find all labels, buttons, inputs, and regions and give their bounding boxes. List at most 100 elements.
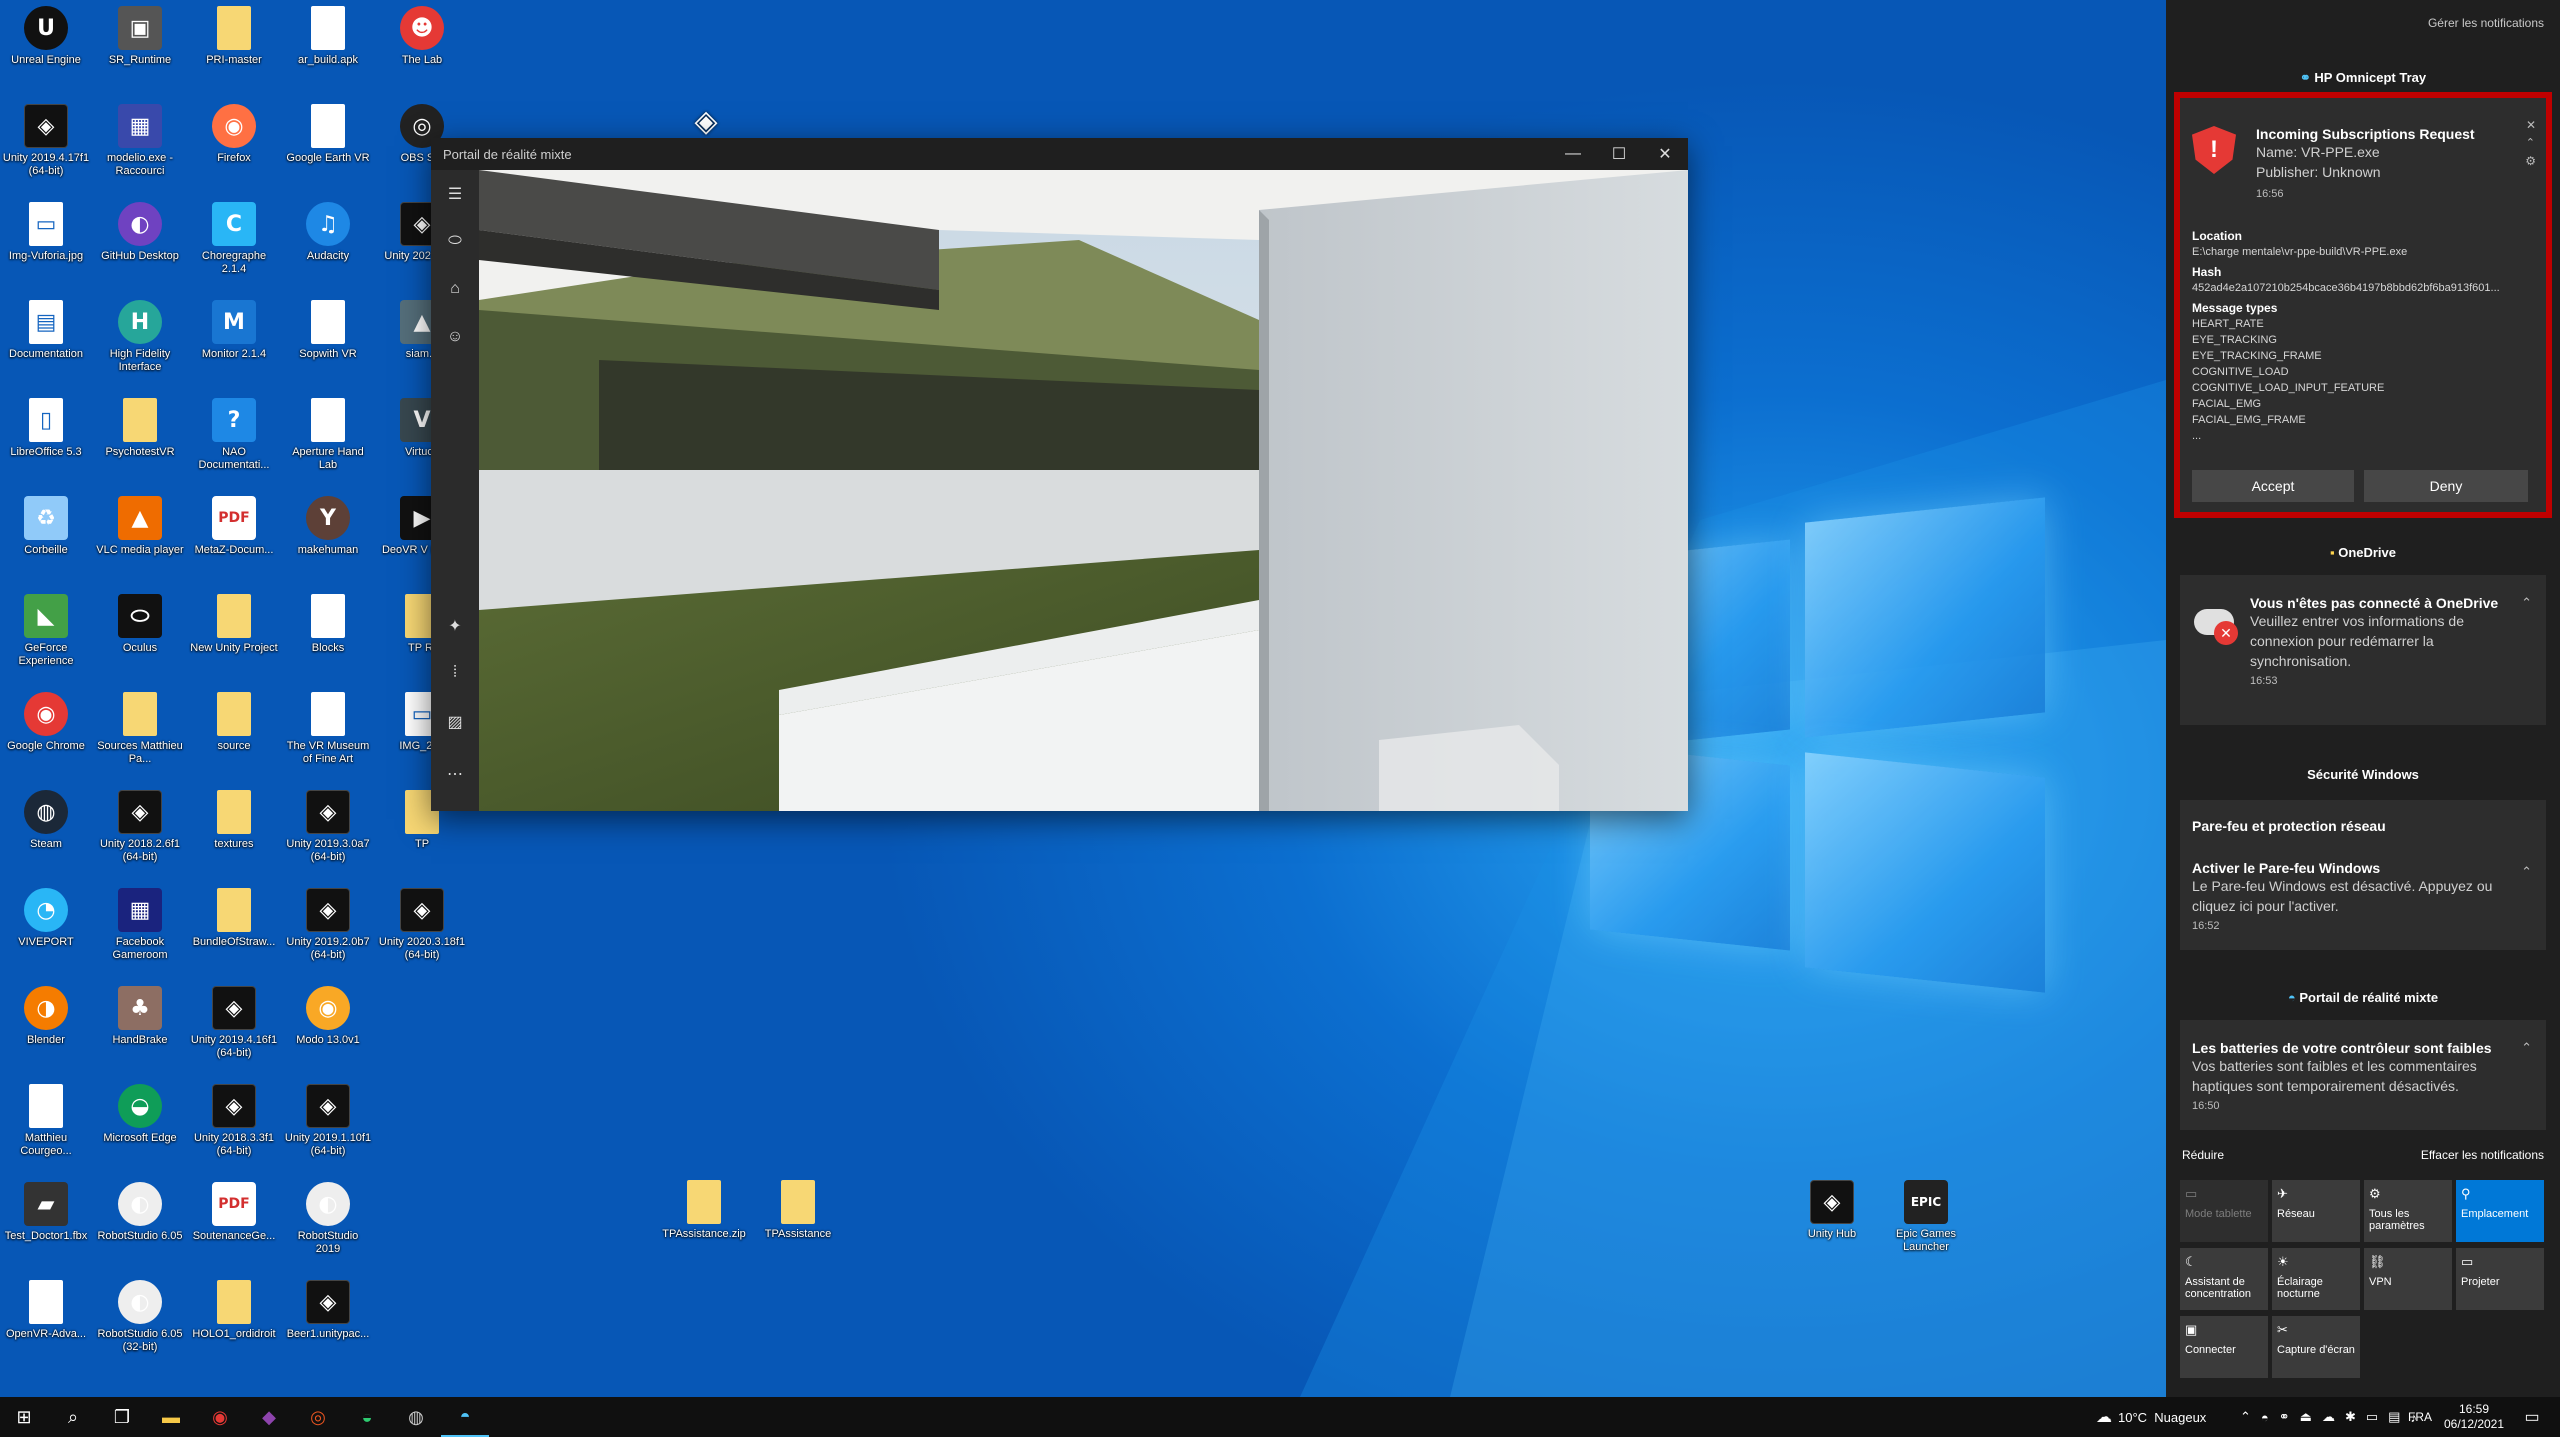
quick-action-project[interactable]: ▭ Projeter xyxy=(2456,1248,2544,1310)
desktop-icon[interactable]: ▲ VLC media player xyxy=(96,496,184,557)
desktop-icon[interactable]: The VR Museum of Fine Art xyxy=(284,692,372,766)
desktop-icon[interactable]: OpenVR-Adva... xyxy=(2,1280,90,1341)
desktop-icon[interactable]: Matthieu Courgeo... xyxy=(2,1084,90,1158)
desktop-icon[interactable]: C Choregraphe 2.1.4 xyxy=(190,202,278,276)
visual-studio-icon[interactable]: ◆ xyxy=(245,1397,293,1437)
headset-icon[interactable]: ⬭ xyxy=(443,232,467,250)
desktop-icon[interactable]: ◐ GitHub Desktop xyxy=(96,202,184,263)
desktop-icon[interactable]: PsychotestVR xyxy=(96,398,184,459)
notifications-icon[interactable]: ▭ xyxy=(2512,1397,2552,1437)
chrome-icon[interactable]: ◉ xyxy=(196,1397,244,1437)
onedrive-chevron-icon[interactable]: ⌃ xyxy=(2521,595,2532,611)
desktop-icon[interactable]: ◍ Steam xyxy=(2,790,90,851)
battery-chevron-icon[interactable]: ⌃ xyxy=(2521,1040,2532,1056)
quick-action-vpn[interactable]: ⛓ VPN xyxy=(2364,1248,2452,1310)
desktop-icon[interactable]: ◑ Blender xyxy=(2,986,90,1047)
desktop-icon[interactable]: ▤ Documentation xyxy=(2,300,90,361)
collapse-link[interactable]: Réduire xyxy=(2182,1148,2224,1162)
desktop-icon[interactable]: ▦ Facebook Gameroom xyxy=(96,888,184,962)
bluetooth-icon[interactable]: ✱ xyxy=(2345,1409,2356,1425)
network-tray-icon[interactable]: ▤ xyxy=(2388,1409,2400,1425)
desktop-icon[interactable]: ▣ SR_Runtime xyxy=(96,6,184,67)
desktop-icon[interactable]: ◉ Google Chrome xyxy=(2,692,90,753)
hp-subscription-request-notification[interactable]: ! Incoming Subscriptions Request Name: V… xyxy=(2174,92,2552,518)
desktop-icon[interactable]: EPIC Epic Games Launcher xyxy=(1882,1180,1970,1254)
desktop-icon[interactable]: source xyxy=(190,692,278,753)
desktop-icon[interactable]: ◔ VIVEPORT xyxy=(2,888,90,949)
desktop-icon[interactable]: Aperture Hand Lab xyxy=(284,398,372,472)
settings-gear-icon[interactable]: ⚙ xyxy=(2525,154,2536,168)
desktop-icon[interactable]: PDF MetaZ-Docum... xyxy=(190,496,278,557)
desktop-icon[interactable]: ◈ Unity 2018.2.6f1 (64-bit) xyxy=(96,790,184,864)
maximize-button[interactable]: ☐ xyxy=(1596,138,1642,170)
language-indicator[interactable]: FRA xyxy=(2408,1397,2432,1437)
window-title-bar[interactable]: Portail de réalité mixte xyxy=(431,138,1688,170)
desktop-icon[interactable]: ▦ modelio.exe - Raccourci xyxy=(96,104,184,178)
firewall-chevron-icon[interactable]: ⌃ xyxy=(2521,864,2532,880)
image-icon[interactable]: ▨ xyxy=(443,712,467,732)
hamburger-menu-icon[interactable]: ☰ xyxy=(443,184,467,204)
desktop-icon[interactable]: ◐ RobotStudio 6.05 xyxy=(96,1182,184,1243)
controller-battery-notification[interactable]: Les batteries de votre contrôleur sont f… xyxy=(2180,1020,2546,1130)
desktop-icon[interactable]: TPAssistance xyxy=(754,1180,842,1241)
people-icon[interactable]: ☺ xyxy=(443,328,467,346)
quick-action-night-light[interactable]: ☀ Éclairage nocturne xyxy=(2272,1248,2360,1310)
mr-3d-viewport[interactable] xyxy=(479,170,1688,811)
desktop-icon[interactable]: BundleOfStraw... xyxy=(190,888,278,949)
desktop-icon[interactable]: ◐ RobotStudio 2019 xyxy=(284,1182,372,1256)
desktop-icon[interactable]: Sopwith VR xyxy=(284,300,372,361)
show-hidden-icons-icon[interactable]: ⌃ xyxy=(2240,1409,2251,1425)
manage-notifications-link[interactable]: Gérer les notifications xyxy=(2428,16,2544,30)
clock[interactable]: 16:59 06/12/2021 xyxy=(2440,1397,2508,1437)
onedrive-tray-icon[interactable]: ☁ xyxy=(2322,1409,2335,1425)
close-button[interactable]: ✕ xyxy=(1642,138,1688,170)
mixed-reality-tray-icon[interactable]: ◓ xyxy=(2261,1410,2269,1425)
dismiss-close-icon[interactable]: ✕ xyxy=(2526,118,2536,132)
desktop-icon[interactable]: PRI-master xyxy=(190,6,278,67)
desktop-icon[interactable]: ◉ Firefox xyxy=(190,104,278,165)
quick-action-location[interactable]: ⚲ Emplacement xyxy=(2456,1180,2544,1242)
desktop-icon[interactable]: ☻ The Lab xyxy=(378,6,466,67)
desktop-icon[interactable]: ♫ Audacity xyxy=(284,202,372,263)
weather-widget[interactable]: ☁ 10°C Nuageux xyxy=(2096,1397,2206,1437)
usb-icon[interactable]: ⏏ xyxy=(2300,1409,2312,1425)
desktop-icon[interactable]: ♣ HandBrake xyxy=(96,986,184,1047)
desktop-icon[interactable]: ◈ Unity 2019.4.16f1 (64-bit) xyxy=(190,986,278,1060)
steam-vr-icon[interactable]: ◍ xyxy=(392,1397,440,1437)
desktop-icon[interactable]: ◒ Microsoft Edge xyxy=(96,1084,184,1145)
desktop-icon[interactable]: H High Fidelity Interface xyxy=(96,300,184,374)
quick-action-network[interactable]: ✈ Réseau xyxy=(2272,1180,2360,1242)
hp-tray-icon[interactable]: ⚭ xyxy=(2279,1409,2290,1425)
quick-action-connect[interactable]: ▣ Connecter xyxy=(2180,1316,2268,1378)
collapse-chevron-icon[interactable]: ⌃ xyxy=(2526,136,2535,149)
file-explorer-icon[interactable]: ▬ xyxy=(147,1397,195,1437)
desktop-icon[interactable]: Blocks xyxy=(284,594,372,655)
quick-action-screen-snip[interactable]: ✂ Capture d'écran xyxy=(2272,1316,2360,1378)
desktop-icon[interactable]: Sources Matthieu Pa... xyxy=(96,692,184,766)
more-options-icon[interactable]: ⋯ xyxy=(443,764,467,784)
quick-action-tablet-mode[interactable]: ▭ Mode tablette xyxy=(2180,1180,2268,1242)
start-icon[interactable]: ⊞ xyxy=(0,1397,48,1437)
desktop-icon[interactable]: ◈ Unity 2019.2.0b7 (64-bit) xyxy=(284,888,372,962)
desktop-icon[interactable]: ◐ RobotStudio 6.05 (32-bit) xyxy=(96,1280,184,1354)
desktop-icon[interactable]: ar_build.apk xyxy=(284,6,372,67)
desktop-icon[interactable]: ▭ Img-Vuforia.jpg xyxy=(2,202,90,263)
desktop-icon[interactable]: ▰ Test_Doctor1.fbx xyxy=(2,1182,90,1243)
firewall-notification[interactable]: Pare-feu et protection réseau Activer le… xyxy=(2180,800,2546,950)
desktop-icon[interactable]: ◈ Beer1.unitypac... xyxy=(284,1280,372,1341)
controllers-icon[interactable]: ⦙ xyxy=(443,664,467,682)
deny-button[interactable]: Deny xyxy=(2364,470,2528,502)
desktop-icon[interactable]: ◈ Unity 2019.3.0a7 (64-bit) xyxy=(284,790,372,864)
desktop-icon[interactable]: ◈ Unity 2019.4.17f1 (64-bit) xyxy=(2,104,90,178)
desktop-icon[interactable]: ♻ Corbeille xyxy=(2,496,90,557)
desktop-icon[interactable]: U Unreal Engine xyxy=(2,6,90,67)
search-icon[interactable]: ⌕ xyxy=(49,1397,97,1437)
desktop-icon[interactable]: Google Earth VR xyxy=(284,104,372,165)
mixed-reality-window[interactable]: Portail de réalité mixte — ☐ ✕ ☰ ⬭ ⌂ ☺ ✦… xyxy=(431,138,1688,811)
desktop-icon[interactable]: Ymakehuman xyxy=(284,496,372,557)
quick-action-moon[interactable]: ☾ Assistant de concentration xyxy=(2180,1248,2268,1310)
onedrive-notification[interactable]: ✕ Vous n'êtes pas connecté à OneDrive Ve… xyxy=(2180,575,2546,725)
desktop-icon[interactable]: M Monitor 2.1.4 xyxy=(190,300,278,361)
mixed-reality-icon[interactable]: ◓ xyxy=(441,1397,489,1437)
desktop-icon[interactable]: ◈ Unity Hub xyxy=(1788,1180,1876,1241)
